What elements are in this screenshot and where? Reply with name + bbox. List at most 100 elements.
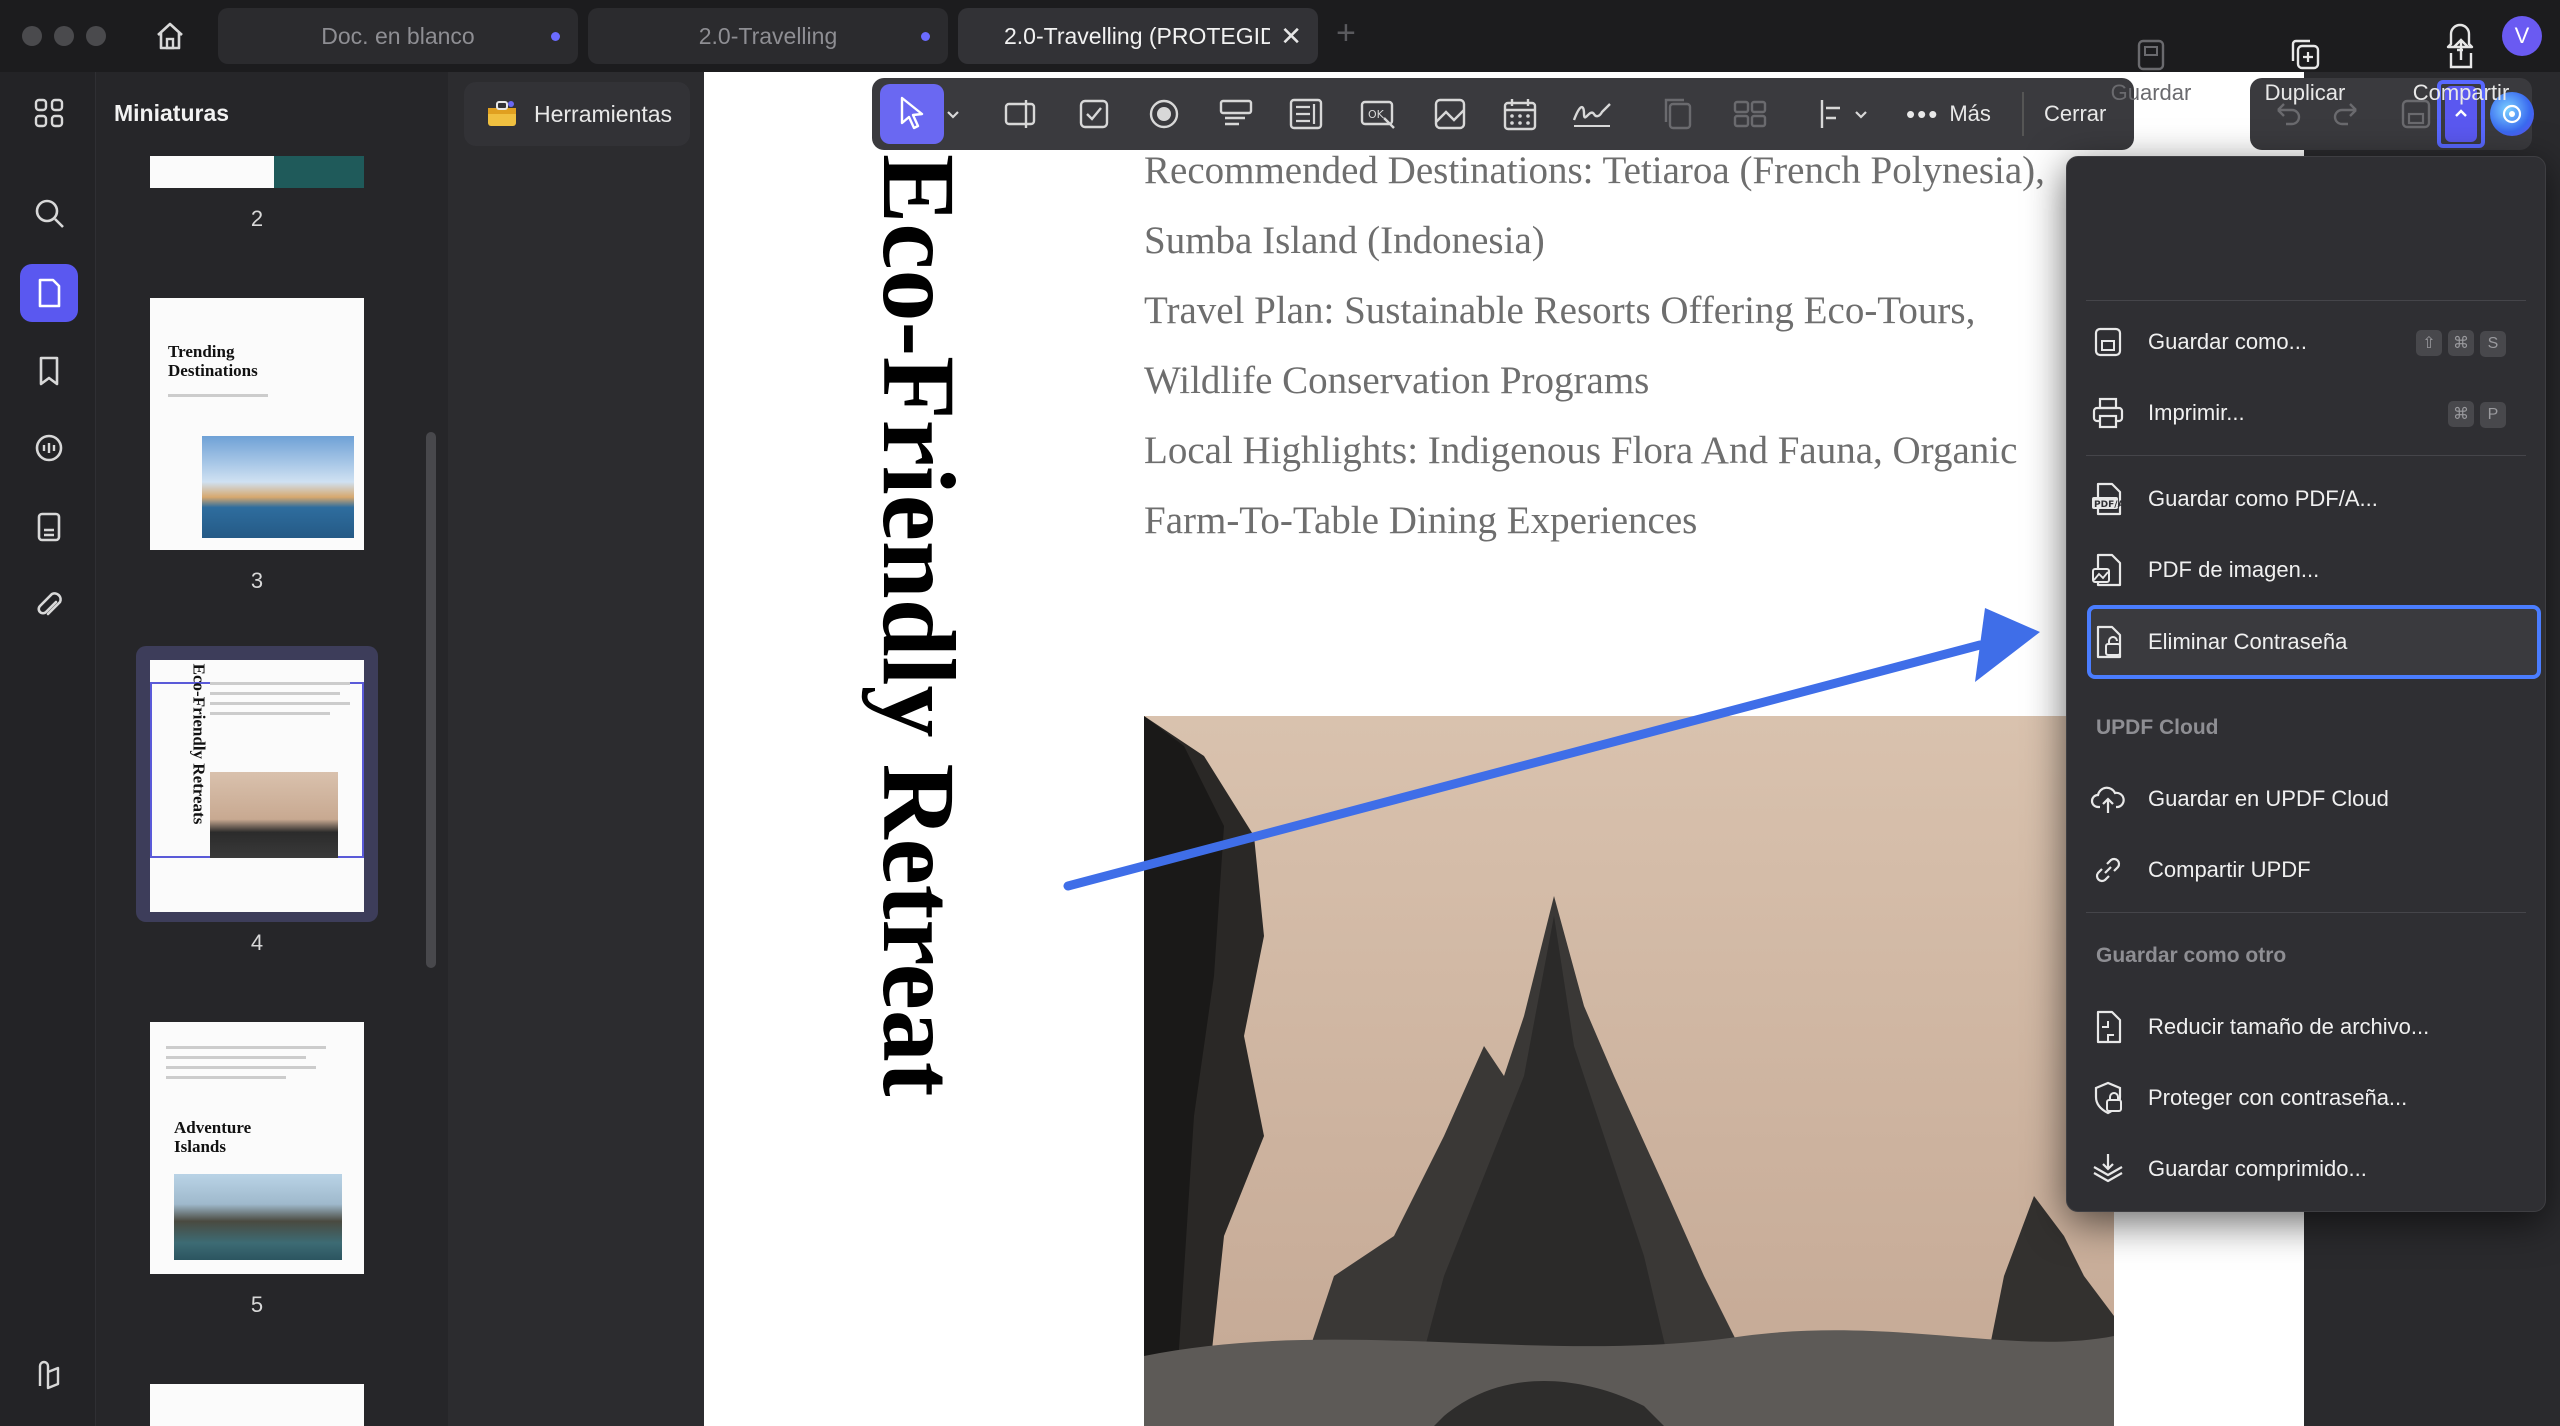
select-tool[interactable] [880,84,944,144]
menu-item-save-as[interactable]: Guardar como... ⇧ ⌘ S [2088,311,2536,373]
menu-item-label: Guardar como PDF/A... [2148,486,2378,511]
menu-item-label: PDF de imagen... [2148,557,2320,582]
duplicate-label: Duplicar [2264,80,2346,105]
menu-separator [2086,300,2526,301]
doc-line: Recommended Destinations: Tetiaroa (Fren… [1144,149,2045,192]
more-dots-icon: ••• [1906,98,1940,129]
menu-item-image-pdf[interactable]: PDF de imagen... [2088,539,2536,601]
list-box-icon[interactable] [1284,92,1328,136]
remove-password-icon [2088,622,2128,662]
menu-item-label: Reducir tamaño de archivo... [2148,1014,2430,1039]
window-minimize-button[interactable] [54,26,74,46]
protect-icon [2088,1078,2128,1118]
menu-item-label: Proteger con contraseña... [2148,1085,2408,1110]
compress-icon [2088,1007,2128,1047]
home-icon[interactable] [150,16,190,56]
more-button[interactable]: ••• Más [1906,96,1991,132]
save-label: Guardar [2110,80,2192,105]
menu-item-reduce-size[interactable]: Reducir tamaño de archivo... [2088,996,2536,1058]
page-number: 3 [250,568,264,593]
tab-travelling[interactable]: 2.0-Travelling [588,8,948,64]
tools-label: Herramientas [534,100,673,127]
more-label: Más [1949,101,1991,126]
duplicate-action[interactable]: Duplicar [2230,30,2380,106]
menu-item-label: Compartir UPDF [2148,857,2311,882]
doc-line: Travel Plan: Sustainable Resorts Offerin… [1144,289,1976,332]
page-number: 2 [250,206,264,231]
tab-doc-en-blanco[interactable]: Doc. en blanco [218,8,578,64]
form-fields-icon[interactable] [20,498,78,556]
app-grid-icon[interactable] [20,84,78,142]
menu-item-protect-password[interactable]: Proteger con contraseña... [2088,1067,2536,1129]
tab-label: 2.0-Travelling (PROTEGIDO) [1004,23,1270,49]
window-close-button[interactable] [22,26,42,46]
thumb-title: Trending Destinations [168,342,258,380]
thumbnail-page-5[interactable]: Adventure Islands [150,1022,364,1274]
signature-icon[interactable] [1570,92,1614,136]
thumbnail-scrollbar[interactable] [426,432,436,968]
link-icon [2088,850,2128,890]
menu-separator [2086,455,2526,456]
text-box-icon[interactable] [1000,92,1044,136]
layers-icon[interactable] [20,1346,78,1404]
save-icon [2076,30,2226,80]
ok-button-icon[interactable]: OK [1356,92,1400,136]
thumbnail-page-6[interactable] [150,1384,364,1426]
arch-photo [174,1174,342,1260]
share-label: Compartir [2412,80,2510,105]
search-icon[interactable] [20,184,78,242]
thumbnails-icon[interactable] [20,264,78,322]
menu-item-label: Guardar en UPDF Cloud [2148,786,2389,811]
menu-item-label: Imprimir... [2148,400,2245,425]
thumbnail-page-4[interactable]: Eco-Friendly Retreats [150,660,364,912]
save-action[interactable]: Guardar [2076,30,2226,106]
close-tab-icon[interactable]: ✕ [1280,21,1302,52]
image-field-icon[interactable] [1428,92,1472,136]
doc-line: Farm-To-Table Dining Experiences [1144,499,1698,542]
thumb-title: Eco-Friendly Retreats [189,663,209,825]
combo-box-icon[interactable] [1214,92,1258,136]
unsaved-dot-icon [921,32,930,41]
new-tab-icon[interactable]: + [1336,14,1356,53]
checkbox-icon[interactable] [1072,92,1116,136]
page-number: 4 [250,930,264,955]
menu-item-print[interactable]: Imprimir... ⌘ P [2088,382,2536,444]
menu-item-label: Guardar como... [2148,329,2307,354]
menu-item-label: Eliminar Contraseña [2148,629,2348,654]
print-icon [2088,393,2128,433]
menu-item-save-pdfa[interactable]: PDF/A Guardar como PDF/A... [2088,468,2536,530]
image-pdf-icon [2088,550,2128,590]
tools-button[interactable]: Herramientas [464,82,690,146]
doc-line: Sumba Island (Indonesia) [1144,219,1545,262]
attachment-icon[interactable] [20,576,78,634]
doc-line: Local Highlights: Indigenous Flora And F… [1144,429,2018,472]
copy-icon[interactable] [1656,92,1700,136]
window-zoom-button[interactable] [86,26,106,46]
comments-icon[interactable] [20,420,78,478]
shortcut-keys: ⇧ ⌘ S [2410,328,2506,357]
cloud-upload-icon [2088,779,2128,819]
grid-icon[interactable] [1728,92,1772,136]
thumbnail-page-3[interactable]: Trending Destinations [150,298,364,550]
menu-item-remove-password[interactable]: Eliminar Contraseña [2088,611,2536,673]
radio-button-icon[interactable] [1142,92,1186,136]
save-as-icon [2088,322,2128,362]
toolbox-icon [484,96,520,132]
tab-travelling-protegido[interactable]: 2.0-Travelling (PROTEGIDO) ✕ [958,8,1318,64]
share-icon [2386,30,2536,80]
thumbnail-page-2[interactable] [150,156,364,188]
chevron-down-icon[interactable] [940,92,966,136]
date-field-icon[interactable] [1498,92,1542,136]
share-action[interactable]: Compartir [2386,30,2536,106]
toolbar-divider [2022,92,2024,136]
menu-separator [2086,912,2526,913]
rock-photo [210,772,338,858]
annotation-arrow [1050,600,2050,905]
chevron-down-icon[interactable] [1848,92,1874,136]
menu-item-share-updf[interactable]: Compartir UPDF [2088,839,2536,901]
menu-item-save-compressed[interactable]: Guardar comprimido... [2088,1138,2536,1200]
menu-item-save-cloud[interactable]: Guardar en UPDF Cloud [2088,768,2536,830]
thumb-title: Adventure Islands [174,1118,252,1156]
bookmark-icon[interactable] [20,342,78,400]
section-heading-cloud: UPDF Cloud [2096,716,2219,739]
